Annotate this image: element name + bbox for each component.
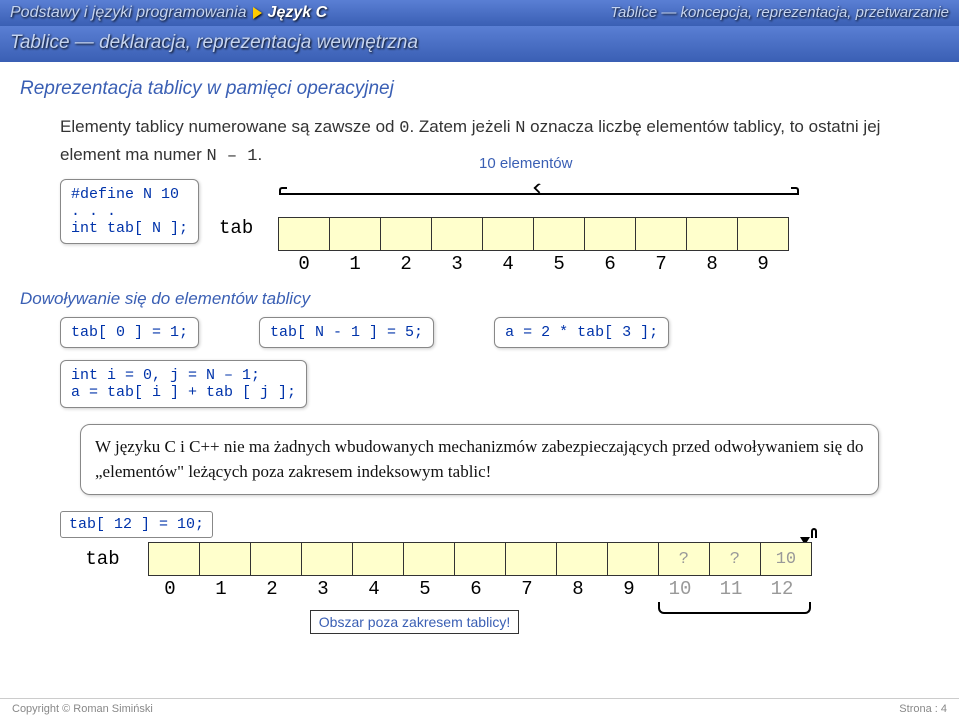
code-inline: N xyxy=(515,119,525,138)
idx: 0 xyxy=(144,576,196,600)
cell xyxy=(301,542,353,576)
idx: 8 xyxy=(686,251,738,275)
cell-out: ? xyxy=(658,542,710,576)
footer: Copyright © Roman Simiński Strona : 4 xyxy=(0,698,959,719)
out-of-bounds-label: Obszar poza zakresem tablicy! xyxy=(310,610,519,634)
cell xyxy=(505,542,557,576)
idx: 3 xyxy=(431,251,483,275)
text: . xyxy=(257,145,262,164)
code-e: tab[ 12 ] = 10; xyxy=(60,511,213,538)
subheader: Tablice — deklaracja, reprezentacja wewn… xyxy=(0,26,959,62)
arrow-icon xyxy=(253,7,262,19)
cell-out: 10 xyxy=(760,542,812,576)
ten-elements-label: 10 elementów xyxy=(479,155,572,172)
idx: 1 xyxy=(195,576,247,600)
idx: 5 xyxy=(533,251,585,275)
cell xyxy=(250,542,302,576)
array-name-label-2: tab xyxy=(60,542,145,570)
idx-out: 12 xyxy=(756,576,808,600)
idx: 0 xyxy=(278,251,330,275)
cell xyxy=(199,542,251,576)
cell xyxy=(607,542,659,576)
idx: 7 xyxy=(635,251,687,275)
slide-title: Reprezentacja tablicy w pamięci operacyj… xyxy=(20,72,939,106)
idx-out: 10 xyxy=(654,576,706,600)
page-number: Strona : 4 xyxy=(899,703,947,715)
array-diagram: 10 elementów tab 0 1 2 3 4 5 xyxy=(219,179,899,275)
cell xyxy=(454,542,506,576)
array-indices: 0 1 2 3 4 5 6 7 8 9 xyxy=(279,251,899,275)
idx: 9 xyxy=(737,251,789,275)
cell-out: ? xyxy=(709,542,761,576)
idx: 6 xyxy=(584,251,636,275)
idx: 2 xyxy=(380,251,432,275)
brace-icon xyxy=(279,187,799,201)
array-indices-2: 0 1 2 3 4 5 6 7 8 9 10 11 12 xyxy=(145,576,899,600)
idx: 2 xyxy=(246,576,298,600)
cell xyxy=(556,542,608,576)
category-1: Podstawy i języki programowania xyxy=(10,4,247,22)
array-name-label: tab xyxy=(219,217,253,239)
category-2: Język C xyxy=(268,4,328,22)
idx-out: 11 xyxy=(705,576,757,600)
warning-note: W języku C i C++ nie ma żadnych wbudowan… xyxy=(80,424,879,495)
header-left: Podstawy i języki programowania Język C xyxy=(10,4,327,22)
array-cells xyxy=(279,217,899,251)
code-inline: 0 xyxy=(399,119,409,138)
text: . Zatem jeżeli xyxy=(409,117,515,136)
copyright: Copyright © Roman Simiński xyxy=(12,703,153,715)
idx: 6 xyxy=(450,576,502,600)
code-define: #define N 10 . . . int tab[ N ]; xyxy=(60,179,199,244)
cell xyxy=(352,542,404,576)
cell xyxy=(148,542,200,576)
idx: 7 xyxy=(501,576,553,600)
idx: 4 xyxy=(348,576,400,600)
text: Elementy tablicy numerowane są zawsze od xyxy=(60,117,399,136)
header-bar: Podstawy i języki programowania Język C … xyxy=(0,0,959,26)
idx: 5 xyxy=(399,576,451,600)
idx: 8 xyxy=(552,576,604,600)
code-b: tab[ N - 1 ] = 5; xyxy=(259,317,434,348)
code-a: tab[ 0 ] = 1; xyxy=(60,317,199,348)
idx: 3 xyxy=(297,576,349,600)
brace-top-icon xyxy=(811,528,817,538)
idx: 4 xyxy=(482,251,534,275)
idx: 9 xyxy=(603,576,655,600)
idx: 1 xyxy=(329,251,381,275)
cell xyxy=(403,542,455,576)
code-d: int i = 0, j = N – 1; a = tab[ i ] + tab… xyxy=(60,360,307,408)
brace-out-icon xyxy=(658,602,811,614)
code-inline: N – 1 xyxy=(206,147,257,166)
subtitle-accessing: Dowoływanie się do elementów tablicy xyxy=(20,289,939,309)
array-cells-2: ? ? 10 xyxy=(149,542,812,576)
out-of-bounds-diagram: tab[ 12 ] = 10; tab ? ? 10 0 1 xyxy=(60,511,899,634)
code-c: a = 2 * tab[ 3 ]; xyxy=(494,317,669,348)
category-3: Tablice — koncepcja, reprezentacja, prze… xyxy=(610,4,949,22)
